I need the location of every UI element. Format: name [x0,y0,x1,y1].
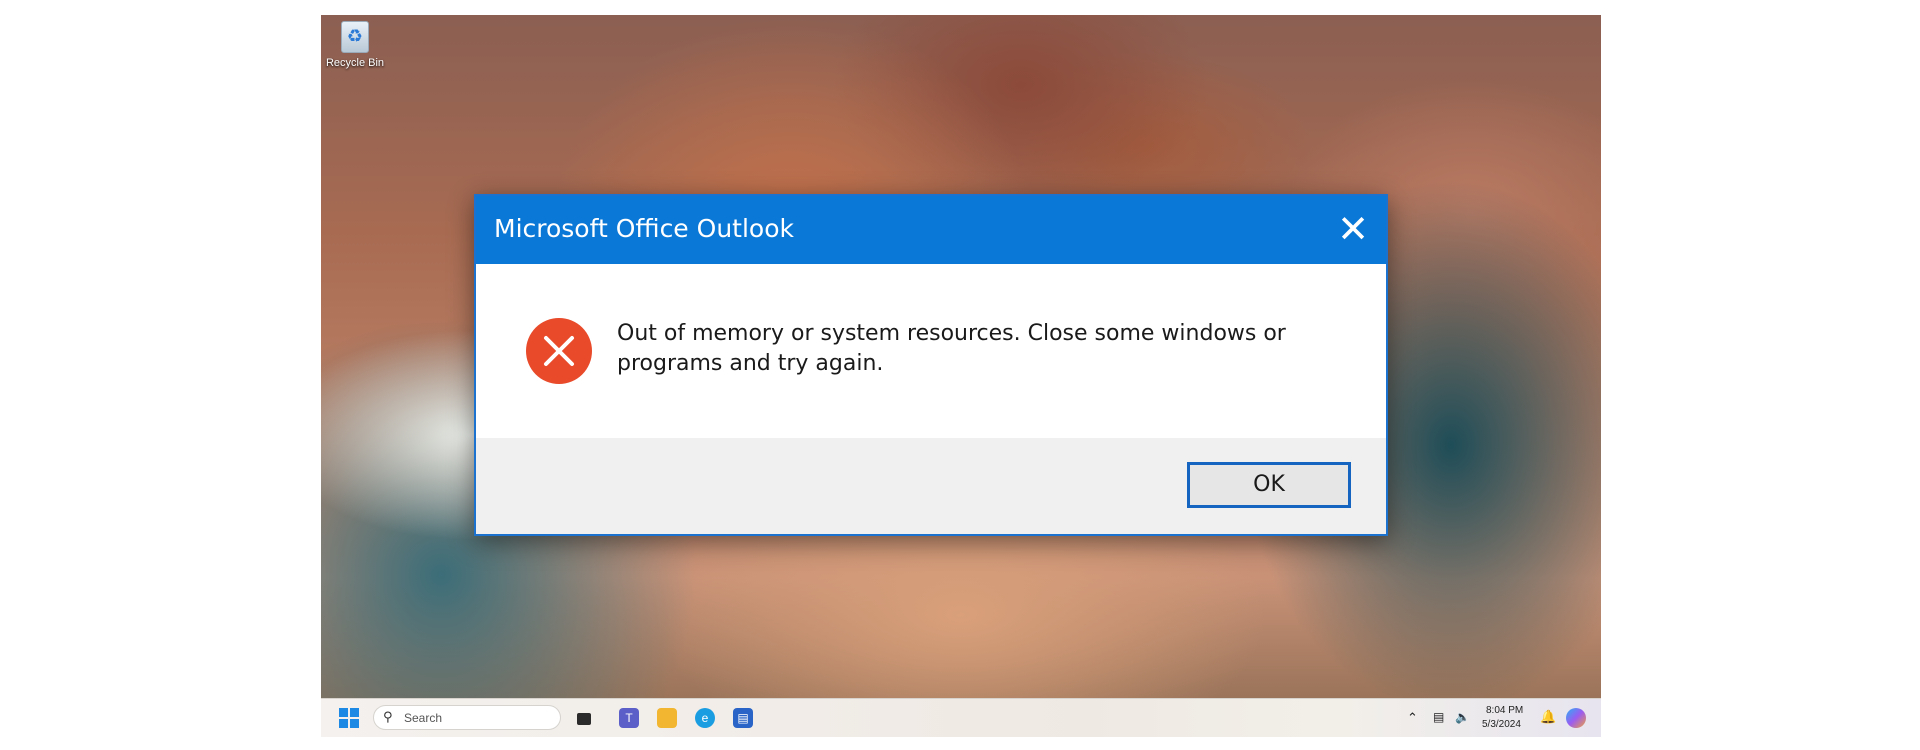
dialog-title: Microsoft Office Outlook [494,214,794,243]
ok-button[interactable]: OK [1187,462,1351,508]
store-icon[interactable]: ▤ [733,708,753,728]
notifications-bell-icon[interactable]: 🔔 [1540,709,1556,725]
recycle-bin-icon: ♻ [341,21,369,53]
recycle-bin-shortcut[interactable]: ♻ Recycle Bin [325,21,385,69]
windows-logo-icon [339,708,348,717]
taskbar: ⚲ Search T e ▤ ⌃ ▤ 🔈 8:04 PM 5/3/2024 🔔 [321,698,1601,737]
close-icon: ✕ [1337,207,1369,251]
volume-muted-icon[interactable]: 🔈 [1455,710,1470,724]
dialog-footer: OK [476,438,1386,534]
error-icon [526,318,592,384]
edge-icon[interactable]: e [695,708,715,728]
task-view-icon[interactable] [577,713,591,725]
teams-icon[interactable]: T [619,708,639,728]
clock-time[interactable]: 8:04 PM [1486,705,1523,716]
file-explorer-icon[interactable] [657,708,677,728]
search-icon: ⚲ [383,710,393,725]
show-hidden-icons-chevron-icon[interactable]: ⌃ [1407,710,1418,726]
dialog-content: Out of memory or system resources. Close… [476,264,1386,438]
start-button[interactable] [339,708,359,728]
copilot-icon[interactable] [1566,708,1586,728]
network-icon[interactable]: ▤ [1433,710,1444,724]
error-message: Out of memory or system resources. Close… [617,321,1286,376]
clock-date[interactable]: 5/3/2024 [1482,719,1521,730]
search-placeholder: Search [404,711,443,725]
recycle-bin-label: Recycle Bin [325,57,385,69]
dialog-titlebar[interactable]: Microsoft Office Outlook ✕ [476,196,1386,264]
close-button[interactable]: ✕ [1320,196,1386,264]
error-dialog: Microsoft Office Outlook ✕ Out of memory… [474,194,1388,536]
taskbar-search-box[interactable]: ⚲ Search [373,705,561,730]
